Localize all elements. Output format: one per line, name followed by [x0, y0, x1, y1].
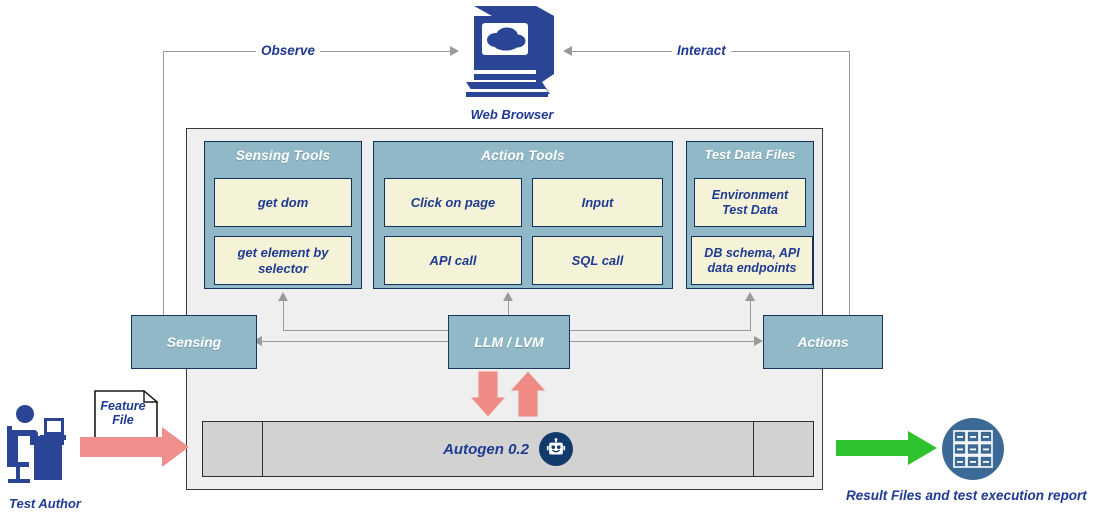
- test-data-files-title: Test Data Files: [704, 148, 796, 162]
- llm-to-sensing-line: [262, 341, 448, 342]
- web-browser-icon: [462, 2, 562, 102]
- observe-arrowhead: [450, 46, 459, 56]
- autogen-label: Autogen 0.2: [443, 440, 529, 458]
- sensing-tools-title: Sensing Tools: [235, 148, 331, 163]
- autogen-center-cell: Autogen 0.2: [263, 422, 753, 476]
- result-files-caption: Result Files and test execution report: [846, 488, 1087, 503]
- diagram-canvas: Observe Interact Web Browser Sensing Too…: [0, 0, 1098, 515]
- autogen-bar: Autogen 0.2: [202, 421, 814, 477]
- action-tools-title: Action Tools: [481, 148, 565, 163]
- autogen-left-cell: [203, 422, 263, 476]
- observe-line-vertical: [163, 51, 164, 318]
- author-input-arrow: [80, 426, 190, 468]
- tool-environment-test-data[interactable]: Environment Test Data: [694, 178, 806, 227]
- file-cabinet-grid-icon: [942, 418, 1004, 480]
- block-llm-lvm[interactable]: LLM / LVM: [448, 315, 570, 369]
- interact-label: Interact: [672, 43, 731, 58]
- llm-to-actions-arrowhead: [754, 336, 763, 346]
- tool-click-on-page[interactable]: Click on page: [384, 178, 522, 227]
- feature-file-label: Feature File: [100, 399, 146, 428]
- tool-input[interactable]: Input: [532, 178, 663, 227]
- test-data-feed-horizontal: [566, 330, 751, 331]
- robot-icon: [538, 432, 573, 466]
- interact-line-vertical: [849, 51, 850, 318]
- autogen-right-cell: [753, 422, 813, 476]
- web-browser-caption: Web Browser: [470, 107, 554, 122]
- sensing-tools-feed-vertical: [283, 300, 284, 331]
- tool-get-element-by-selector[interactable]: get element by selector: [214, 236, 352, 285]
- sensing-tools-feed-horizontal: [283, 330, 450, 331]
- tool-get-dom[interactable]: get dom: [214, 178, 352, 227]
- tool-db-schema-api-endpoints[interactable]: DB schema, API data endpoints: [691, 236, 813, 285]
- llm-autogen-exchange-arrows: [468, 370, 548, 419]
- tool-sql-call[interactable]: SQL call: [532, 236, 663, 285]
- test-author-caption: Test Author: [9, 496, 81, 511]
- block-actions[interactable]: Actions: [763, 315, 883, 369]
- interact-arrowhead: [563, 46, 572, 56]
- person-at-desk-icon: [4, 400, 86, 490]
- result-output-arrow: [836, 430, 938, 466]
- llm-to-actions-line: [566, 341, 754, 342]
- test-data-feed-vertical: [750, 300, 751, 331]
- tool-api-call[interactable]: API call: [384, 236, 522, 285]
- observe-label: Observe: [256, 43, 321, 58]
- block-sensing[interactable]: Sensing: [131, 315, 257, 369]
